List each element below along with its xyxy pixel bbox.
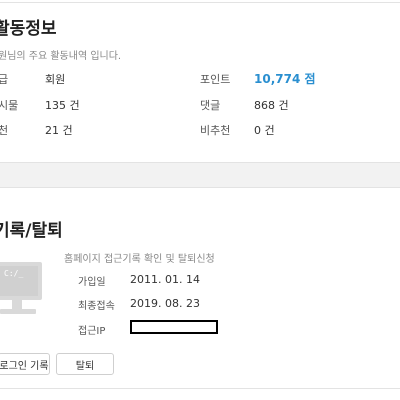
ip-label: 접근IP <box>78 326 106 337</box>
ip-redaction-box <box>130 320 218 334</box>
section-gap <box>0 163 400 187</box>
top-divider <box>0 2 400 3</box>
not-recommend-label: 비추천 <box>200 124 231 137</box>
comments-label: 댓글 <box>200 99 221 112</box>
last-access-value: 2019. 08. 23 <box>130 297 200 310</box>
access-top-divider <box>0 187 400 188</box>
joined-label: 가입일 <box>78 277 106 288</box>
points-label: 포인트 <box>200 73 231 86</box>
login-record-button[interactable]: 로그인 기록 <box>0 353 50 375</box>
not-recommend-value: 0 건 <box>254 124 275 137</box>
posts-label: 시물 <box>0 99 19 112</box>
recommend-label: 천 <box>0 124 9 137</box>
computer-icon: C:/_ <box>0 256 46 328</box>
grade-value: 회원 <box>45 73 66 86</box>
grade-label: 급 <box>0 73 9 86</box>
points-value: 10,774 점 <box>254 72 316 86</box>
bottom-divider <box>0 388 400 389</box>
activity-description: 원님의 주요 활동내역 입니다. <box>0 51 122 62</box>
svg-text:C:/_: C:/_ <box>4 269 23 278</box>
joined-value: 2011. 01. 14 <box>130 273 200 286</box>
last-access-label: 최종접속 <box>78 301 115 312</box>
posts-value: 135 건 <box>45 99 80 112</box>
access-title: 기록/탈퇴 <box>0 221 63 241</box>
access-description: 홈페이지 접근기록 확인 및 탈퇴신청 <box>64 254 215 265</box>
recommend-value: 21 건 <box>45 124 73 137</box>
comments-value: 868 건 <box>254 99 289 112</box>
withdraw-button[interactable]: 탈퇴 <box>56 353 114 375</box>
activity-title: 활동정보 <box>0 19 57 39</box>
